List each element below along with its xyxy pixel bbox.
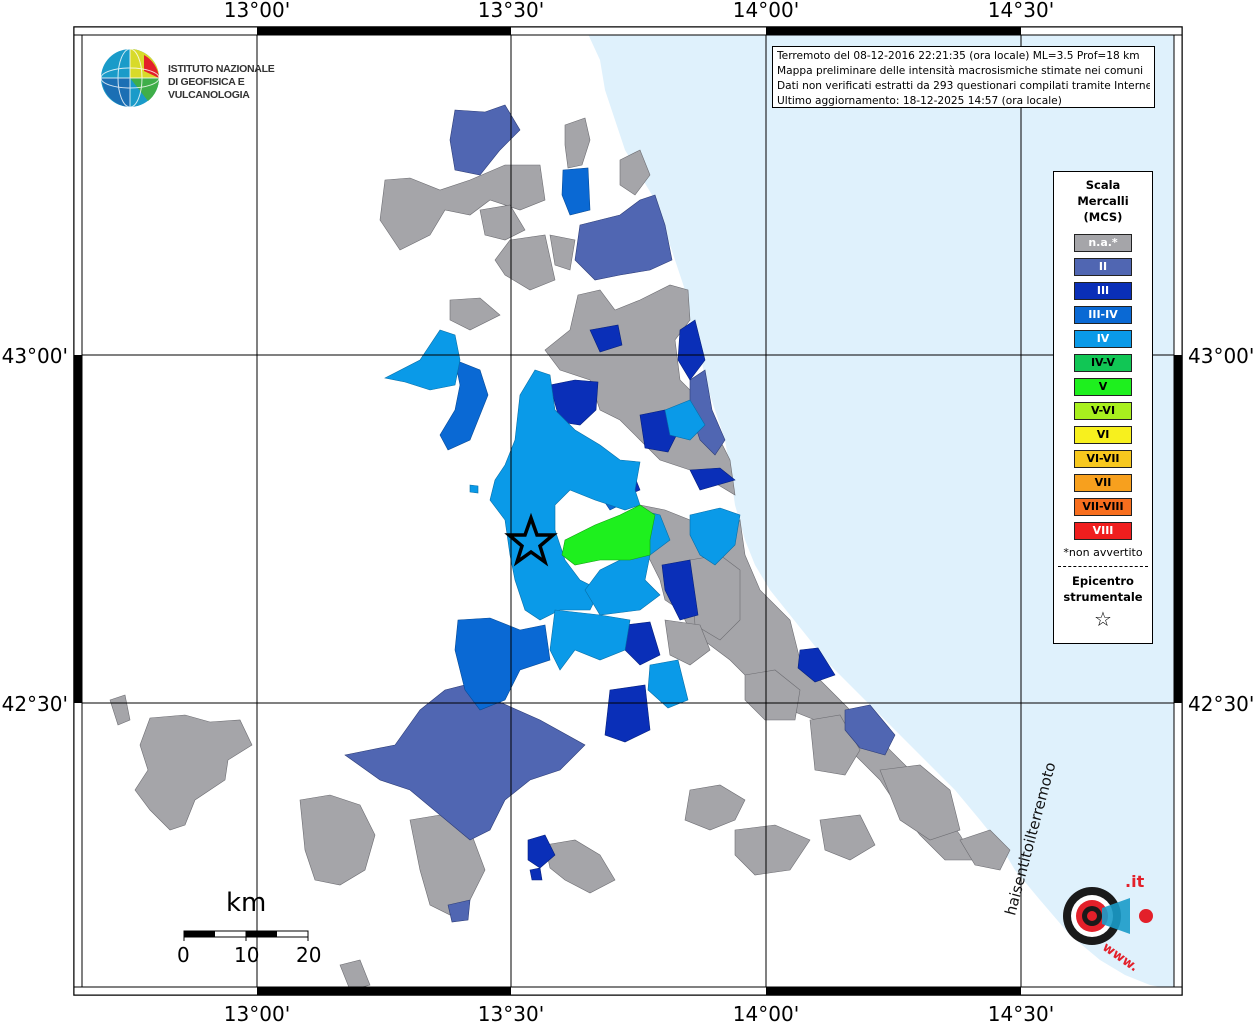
lat-label: 43°00' bbox=[2, 344, 68, 368]
lon-label: 14°00' bbox=[733, 1002, 799, 1024]
legend-title-line: Scala bbox=[1085, 178, 1121, 192]
legend-epi-line: strumentale bbox=[1063, 590, 1143, 604]
star-icon: ☆ bbox=[1094, 607, 1112, 631]
lon-label: 14°30' bbox=[988, 1002, 1054, 1024]
mcs-legend: Scala Mercalli (MCS) n.a.* II III III-IV IV I… bbox=[1053, 171, 1153, 644]
lon-label: 13°30' bbox=[478, 1002, 544, 1024]
legend-note: *non avvertito bbox=[1063, 546, 1143, 559]
legend-item: II bbox=[1074, 258, 1132, 276]
legend-item: VIII bbox=[1074, 522, 1132, 540]
lon-labels-top: 13°00' 13°30' 14°00' 14°30' bbox=[224, 0, 1054, 22]
legend-item: n.a.* bbox=[1074, 234, 1132, 252]
scale-unit: km bbox=[226, 888, 267, 918]
data-source-note: Dati non verificati estratti da 293 ques… bbox=[777, 80, 1150, 92]
legend-item: IV bbox=[1074, 330, 1132, 348]
legend-items: n.a.* II III III-IV IV IV-V V V-VI VI VI-VII VII VI… bbox=[1054, 234, 1152, 540]
legend-item: VII bbox=[1074, 474, 1132, 492]
scale-label: 0 bbox=[177, 943, 190, 967]
event-info-box: Terremoto del 08-12-2016 22:21:35 (ora l… bbox=[772, 46, 1155, 108]
target-icon bbox=[1063, 887, 1153, 945]
legend-title-line: (MCS) bbox=[1083, 210, 1123, 224]
lat-label: 42°30' bbox=[1188, 692, 1254, 716]
legend-title: Scala Mercalli (MCS) bbox=[1054, 177, 1152, 225]
legend-item: V-VI bbox=[1074, 402, 1132, 420]
map-description: Mappa preliminare delle intensità macros… bbox=[777, 65, 1144, 77]
lon-labels-bottom: 13°00' 13°30' 14°00' 14°30' bbox=[224, 1002, 1054, 1024]
hsit-logo: haisentitoilterremoto .it www. bbox=[1001, 760, 1170, 980]
ingv-line1: ISTITUTO NAZIONALE bbox=[168, 63, 275, 75]
globe-icon bbox=[100, 48, 160, 108]
legend-item: III bbox=[1074, 282, 1132, 300]
hsit-tld: .it bbox=[1125, 872, 1145, 891]
lon-label: 14°00' bbox=[733, 0, 799, 22]
comune-polygon bbox=[469, 484, 479, 494]
ingv-line2: DI GEOFISICA E VULCANOLOGIA bbox=[168, 76, 250, 101]
last-update: Ultimo aggiornamento: 18-12-2025 14:57 (… bbox=[777, 95, 1062, 107]
legend-item: VII-VIII bbox=[1074, 498, 1132, 516]
legend-epi-line: Epicentro bbox=[1072, 574, 1134, 588]
scale-label: 20 bbox=[296, 943, 322, 967]
lat-label: 43°00' bbox=[1188, 344, 1254, 368]
legend-item: VI-VII bbox=[1074, 450, 1132, 468]
lat-label: 42°30' bbox=[2, 692, 68, 716]
lat-labels-right: 43°00' 42°30' bbox=[1188, 344, 1254, 716]
ingv-logo: ISTITUTO NAZIONALE DI GEOFISICA E VULCAN… bbox=[100, 47, 320, 111]
legend-item: III-IV bbox=[1074, 306, 1132, 324]
scale-label: 10 bbox=[234, 943, 260, 967]
lat-labels-left: 43°00' 42°30' bbox=[2, 344, 68, 716]
lon-label: 13°00' bbox=[224, 0, 290, 22]
ingv-name: ISTITUTO NAZIONALE DI GEOFISICA E VULCAN… bbox=[168, 63, 320, 102]
event-line: Terremoto del 08-12-2016 22:21:35 (ora l… bbox=[777, 50, 1140, 62]
legend-separator bbox=[1058, 566, 1148, 567]
legend-item: VI bbox=[1074, 426, 1132, 444]
legend-item: V bbox=[1074, 378, 1132, 396]
comune-polygon bbox=[604, 684, 651, 743]
legend-item: IV-V bbox=[1074, 354, 1132, 372]
comune-polygon bbox=[529, 867, 543, 881]
lon-label: 14°30' bbox=[988, 0, 1054, 22]
legend-title-line: Mercalli bbox=[1077, 194, 1129, 208]
legend-epicenter-label: Epicentro strumentale bbox=[1054, 573, 1152, 605]
lon-label: 13°00' bbox=[224, 1002, 290, 1024]
lon-label: 13°30' bbox=[478, 0, 544, 22]
